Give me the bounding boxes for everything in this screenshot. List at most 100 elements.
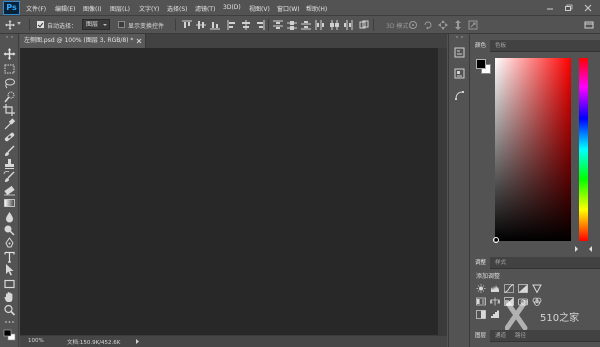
zoom-tool-icon[interactable]: [3, 304, 16, 316]
path-selection-tool-icon[interactable]: [3, 264, 16, 276]
panel-dock-strip: [448, 34, 470, 347]
status-menu-arrow-icon[interactable]: [135, 339, 140, 344]
vertical-scrollbar[interactable]: [438, 48, 447, 335]
tab-paths[interactable]: 路径: [511, 330, 530, 342]
align-vertical-centers-icon[interactable]: [196, 20, 206, 30]
distribute-top-icon[interactable]: [273, 20, 283, 30]
dodge-tool-icon[interactable]: [3, 224, 16, 236]
menu-type[interactable]: 文字(Y): [139, 4, 159, 13]
blur-tool-icon[interactable]: [3, 211, 16, 223]
auto-align-layers-icon[interactable]: [359, 20, 369, 30]
distribute-horizontal-centers-icon[interactable]: [329, 20, 339, 30]
distribute-vertical-centers-icon[interactable]: [287, 20, 297, 30]
brightness-contrast-icon[interactable]: [476, 284, 486, 293]
document-tab[interactable]: 左侧图.psd @ 100% (图层 3, RGB/8) *: [20, 34, 146, 48]
watermark-text: 510之家: [540, 313, 580, 324]
distribute-right-icon[interactable]: [343, 20, 353, 30]
eyedropper-tool-icon[interactable]: [3, 118, 16, 130]
tab-swatches[interactable]: 色板: [491, 40, 510, 52]
tab-layers[interactable]: 图层: [471, 330, 491, 342]
adjustments-title: 添加调整: [476, 273, 501, 280]
adjustments-panel-tabs: 调整 样式: [471, 257, 600, 269]
pen-tool-icon[interactable]: [3, 237, 16, 249]
3d-roll-icon[interactable]: [423, 20, 433, 30]
move-tool-icon[interactable]: [3, 48, 16, 60]
color-balance-icon[interactable]: [490, 297, 500, 306]
menu-filter[interactable]: 滤镜(T): [195, 4, 215, 13]
hue-slider-handle-left[interactable]: [575, 246, 581, 252]
invert-icon[interactable]: [476, 310, 486, 319]
3d-rotate-icon[interactable]: [408, 20, 418, 30]
auto-select-label: 自动选择：: [47, 23, 78, 30]
levels-icon[interactable]: [490, 284, 500, 293]
tab-styles[interactable]: 样式: [491, 257, 510, 269]
paths-panel-icon[interactable]: [454, 90, 465, 101]
align-horizontal-centers-icon[interactable]: [241, 20, 251, 30]
clone-stamp-tool-icon[interactable]: [3, 158, 16, 170]
exposure-icon[interactable]: [518, 284, 528, 293]
menu-image[interactable]: 图像(I): [83, 4, 101, 13]
healing-brush-tool-icon[interactable]: [3, 131, 16, 143]
zoom-level[interactable]: 100%: [28, 338, 44, 344]
workspace-switcher-icon[interactable]: [584, 20, 594, 30]
align-left-edges-icon[interactable]: [227, 20, 237, 30]
brush-tool-icon[interactable]: [3, 145, 16, 157]
menu-view[interactable]: 视图(V): [249, 4, 270, 13]
tab-color[interactable]: 颜色: [471, 40, 491, 52]
3d-pan-icon[interactable]: [438, 20, 448, 30]
hue-slider-handle-right[interactable]: [586, 246, 592, 252]
tab-adjustments[interactable]: 调整: [471, 257, 491, 269]
history-panel-icon[interactable]: [454, 47, 465, 58]
color-picker-field[interactable]: [495, 58, 571, 241]
menu-select[interactable]: 选择(S): [167, 4, 188, 13]
3d-scale-icon[interactable]: [468, 20, 478, 30]
crop-tool-icon[interactable]: [3, 104, 16, 116]
auto-select-checkbox[interactable]: [37, 21, 44, 28]
close-icon[interactable]: [136, 38, 142, 44]
color-swatches-icon[interactable]: [3, 329, 16, 341]
align-bottom-edges-icon[interactable]: [210, 20, 220, 30]
curves-icon[interactable]: [504, 284, 514, 293]
hand-tool-icon[interactable]: [3, 291, 16, 303]
properties-panel-icon[interactable]: [454, 68, 465, 79]
align-top-edges-icon[interactable]: [182, 20, 192, 30]
color-panel-tabs: 颜色 色板: [471, 40, 600, 52]
align-right-edges-icon[interactable]: [255, 20, 265, 30]
show-transform-controls-checkbox[interactable]: [118, 21, 125, 28]
more-tools-icon[interactable]: [3, 319, 16, 325]
foreground-color-swatch[interactable]: [476, 59, 486, 69]
menu-help[interactable]: 帮助(H): [306, 4, 327, 13]
menu-layer[interactable]: 图层(L): [110, 4, 130, 13]
3d-slide-icon[interactable]: [453, 20, 463, 30]
menu-edit[interactable]: 编辑(E): [55, 4, 75, 13]
menu-window[interactable]: 窗口(W): [277, 4, 300, 13]
color-picker-cursor[interactable]: [493, 237, 499, 243]
eraser-tool-icon[interactable]: [3, 184, 16, 196]
hue-slider[interactable]: [579, 58, 588, 241]
tool-preset-chevron-down-icon[interactable]: [17, 21, 22, 31]
minimize-icon[interactable]: [545, 3, 555, 13]
gradient-tool-icon[interactable]: [3, 197, 16, 209]
menu-file[interactable]: 文件(F): [26, 4, 46, 13]
distribute-left-icon[interactable]: [315, 20, 325, 30]
posterize-icon[interactable]: [490, 310, 500, 319]
document-canvas[interactable]: [20, 48, 438, 335]
history-brush-tool-icon[interactable]: [3, 171, 16, 183]
toolbar-grip[interactable]: [3, 36, 16, 40]
marquee-tool-icon[interactable]: [3, 63, 16, 75]
auto-select-dropdown[interactable]: 图层: [82, 19, 110, 30]
distribute-bottom-icon[interactable]: [301, 20, 311, 30]
lasso-tool-icon[interactable]: [3, 77, 16, 89]
show-transform-controls-label: 显示变换控件: [128, 23, 165, 30]
menu-3d[interactable]: 3D(D): [223, 4, 241, 11]
restore-icon[interactable]: [563, 3, 573, 13]
quick-selection-tool-icon[interactable]: [3, 91, 16, 103]
type-tool-icon[interactable]: [3, 251, 16, 263]
rectangle-tool-icon[interactable]: [3, 278, 16, 290]
close-icon[interactable]: [583, 3, 593, 13]
tab-channels[interactable]: 通道: [491, 330, 510, 342]
dock-grip[interactable]: [454, 36, 465, 40]
vibrance-icon[interactable]: [532, 284, 542, 293]
hue-saturation-icon[interactable]: [476, 297, 486, 306]
move-tool-icon[interactable]: [5, 20, 15, 30]
